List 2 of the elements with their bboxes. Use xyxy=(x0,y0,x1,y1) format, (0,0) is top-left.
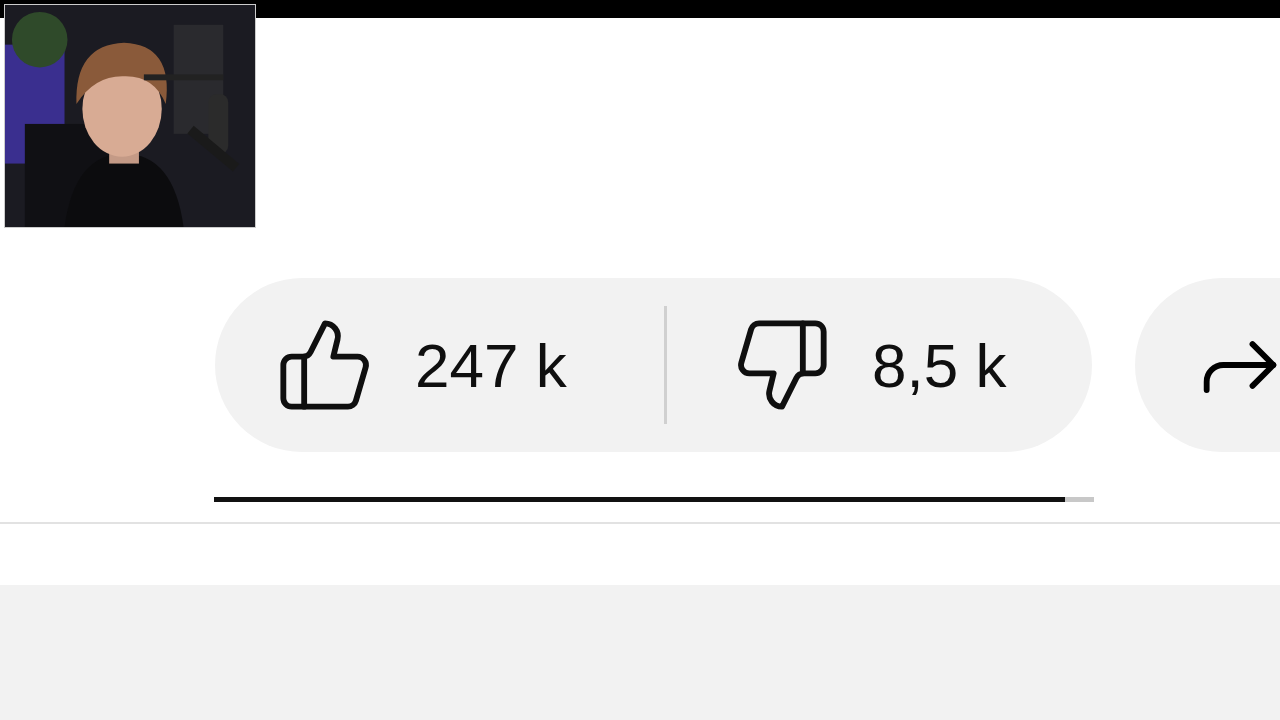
like-button[interactable]: 247 k xyxy=(215,278,664,452)
dislike-button[interactable]: 8,5 k xyxy=(667,278,1092,452)
